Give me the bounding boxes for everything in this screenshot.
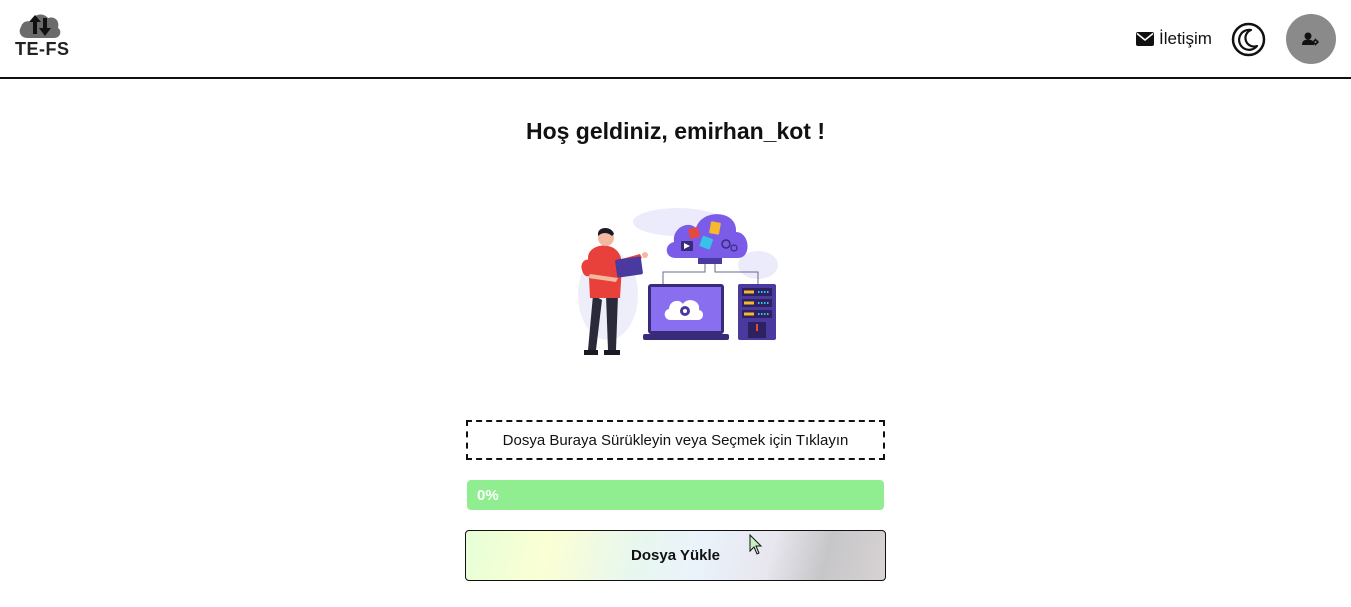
navbar: TE-FS İletişim: [0, 0, 1351, 79]
dropzone-label: Dosya Buraya Sürükleyin veya Seçmek için…: [502, 431, 849, 449]
welcome-heading: Hoş geldiniz, emirhan_kot !: [525, 118, 826, 144]
mouse-pointer-icon: [749, 534, 763, 555]
upload-button-label: Dosya Yükle: [631, 547, 720, 564]
upload-progress-bar: 0%: [467, 480, 884, 510]
moon-icon: [1231, 22, 1266, 57]
contact-label: İletişim: [1159, 29, 1212, 48]
contact-link[interactable]: İletişim: [1136, 28, 1212, 50]
file-dropzone[interactable]: Dosya Buraya Sürükleyin veya Seçmek için…: [466, 420, 885, 460]
brand-logo[interactable]: TE-FS: [12, 6, 70, 62]
profile-avatar-button[interactable]: [1286, 14, 1336, 64]
cloud-upload-download-icon: [19, 14, 61, 38]
upload-file-button[interactable]: Dosya Yükle: [465, 530, 886, 581]
cloud-storage-illustration: [568, 200, 783, 360]
progress-label: 0%: [477, 487, 499, 504]
user-gear-icon: [1302, 32, 1319, 46]
theme-toggle-button[interactable]: [1231, 22, 1266, 57]
brand-name: TE-FS: [15, 39, 70, 59]
envelope-icon: [1136, 32, 1154, 46]
